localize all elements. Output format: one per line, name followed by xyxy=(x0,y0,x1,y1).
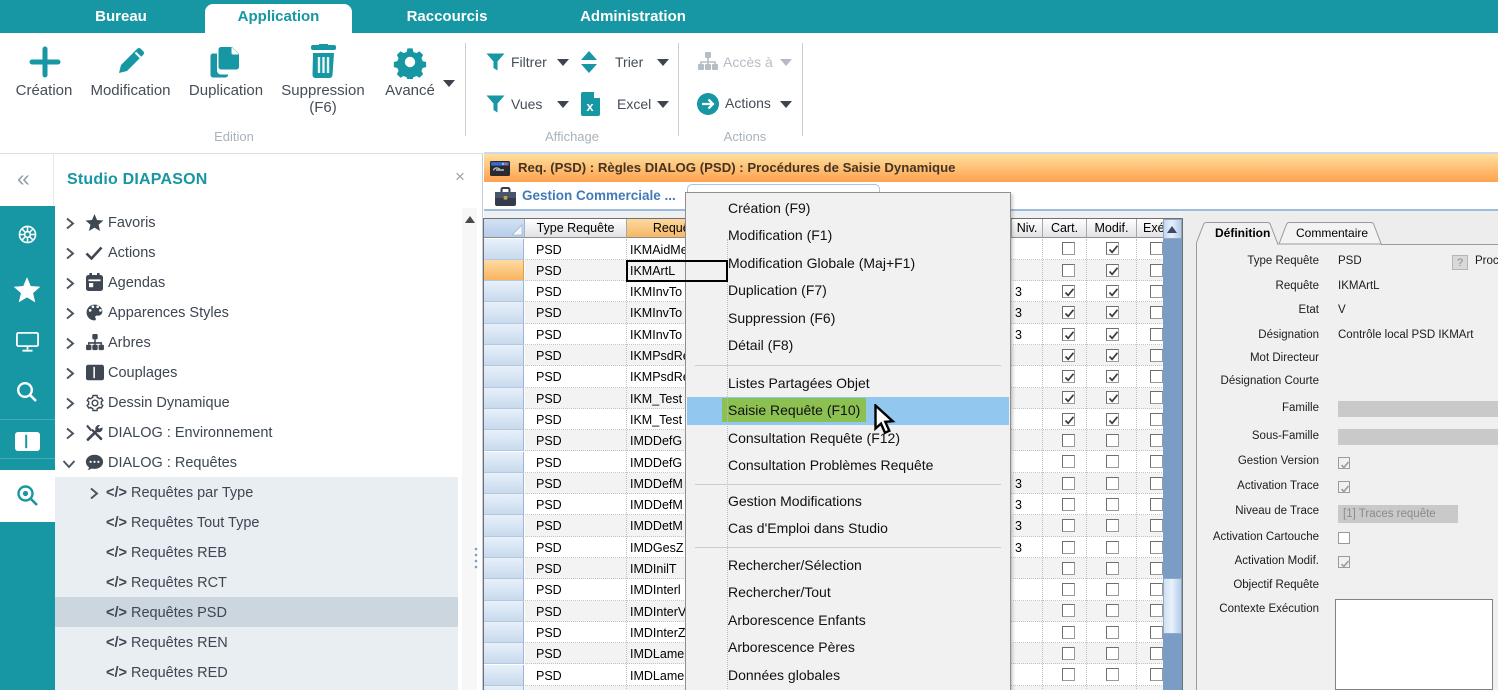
svg-text:x: x xyxy=(586,99,594,114)
